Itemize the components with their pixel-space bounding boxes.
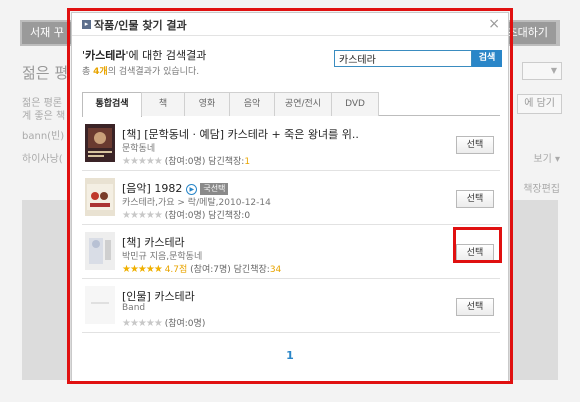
item-meta: ★★★★★ (참여:0명) 담긴책장:0 (122, 208, 250, 221)
background-text-4: 하이사낭( (22, 154, 63, 165)
select-button[interactable]: 선택 (456, 244, 494, 262)
person-photo-placeholder[interactable] (85, 286, 115, 324)
album-cover-thumbnail[interactable] (85, 178, 115, 216)
dialog-title-icon: ▸ (82, 20, 91, 29)
result-count-suffix: 의 검색결과가 있습니다. (107, 67, 200, 77)
dialog-header: ▸ 작품/인물 찾기 결과 × (72, 13, 508, 36)
select-button[interactable]: 선택 (456, 190, 494, 208)
item-artist-genre: 카스테라,가요 > 락/메탈,2010-12-14 (122, 198, 271, 208)
item-author: 박민규 지음,문학동네 (122, 252, 203, 262)
close-button[interactable]: × (488, 16, 500, 32)
book-cover-thumbnail[interactable] (85, 124, 115, 162)
background-select: ▼ (522, 62, 562, 80)
item-type: Band (122, 303, 146, 313)
list-item: [책] 카스테라 박민규 지음,문학동네 ★★★★★ 4.7점 (참여:7명) … (82, 225, 500, 279)
item-meta: ★★★★★ (참여:0명) 담긴책장:1 (122, 154, 250, 167)
tab-performance[interactable]: 공연/전시 (274, 92, 332, 116)
item-meta: ★★★★★ (참여:0명) (122, 316, 205, 329)
item-participation: (참여:0명) (164, 319, 206, 329)
background-shelf-button: 서재 꾸 (22, 22, 72, 44)
item-participation: (참여:0명) 담긴책장:0 (164, 211, 251, 221)
result-count-number: 4개 (93, 67, 108, 77)
background-view-link: 보기 ▾ (533, 154, 560, 165)
result-query: 카스테라 (85, 49, 126, 62)
select-button[interactable]: 선택 (456, 136, 494, 154)
item-participation: (참여:0명) 담긴책장: (164, 157, 245, 167)
tab-movies[interactable]: 영화 (184, 92, 230, 116)
list-item: [음악] 1982 ▶ 국선택 카스테라,가요 > 락/메탈,2010-12-14 … (82, 171, 500, 225)
result-list: [책] [문학동네 · 예담] 카스테라 + 죽은 왕녀를 위.. 문학동네 ★… (82, 117, 500, 333)
result-count: 총 4개의 검색결과가 있습니다. (82, 64, 199, 77)
book-cover-thumbnail[interactable] (85, 232, 115, 270)
tab-music[interactable]: 음악 (229, 92, 275, 116)
play-icon[interactable]: ▶ (186, 183, 198, 195)
category-tabs: 통합검색 책 영화 음악 공연/전시 DVD (82, 92, 500, 117)
background-text-2: 계 좋은 책 (22, 111, 66, 122)
rating-stars: ★★★★★ (122, 210, 163, 221)
item-title[interactable]: [음악] 1982 ▶ 국선택 (122, 180, 229, 196)
background-text-3: bann(빈) (22, 131, 65, 142)
background-wish-button: 에 담기 (517, 94, 562, 114)
result-heading-suffix: 에 대한 검색결과 (128, 49, 207, 62)
chart-badge: 국선택 (200, 183, 229, 195)
background-title: 젊은 평 (22, 64, 69, 82)
select-button[interactable]: 선택 (456, 298, 494, 316)
search-input[interactable] (334, 50, 472, 67)
item-title[interactable]: [책] 카스테라 (122, 234, 185, 250)
tab-all[interactable]: 통합검색 (82, 92, 142, 117)
item-title-text: [음악] 1982 (122, 182, 183, 195)
tab-books[interactable]: 책 (141, 92, 185, 116)
item-participation: (참여:7명) 담긴책장: (190, 265, 270, 275)
list-item: [책] [문학동네 · 예담] 카스테라 + 죽은 왕녀를 위.. 문학동네 ★… (82, 117, 500, 171)
item-title[interactable]: [책] [문학동네 · 예담] 카스테라 + 죽은 왕녀를 위.. (122, 126, 359, 142)
item-title[interactable]: [인물] 카스테라 (122, 288, 195, 304)
item-shelf-count: 34 (269, 265, 282, 275)
background-edit-link: 책장편집 (523, 184, 560, 195)
item-score: 4.7점 (164, 265, 188, 275)
rating-stars: ★★★★★ (122, 156, 163, 167)
list-item: [인물] 카스테라 Band ★★★★★ (참여:0명) 선택 (82, 279, 500, 333)
item-meta: ★★★★★ 4.7점 (참여:7명) 담긴책장:34 (122, 262, 281, 275)
item-publisher: 문학동네 (122, 144, 156, 154)
search-result-dialog: ▸ 작품/인물 찾기 결과 × '카스테라'에 대한 검색결과 총 4개의 검색… (71, 12, 509, 382)
result-count-prefix: 총 (82, 67, 94, 77)
item-shelf-count: 1 (244, 157, 251, 167)
pagination: 1 (72, 349, 508, 362)
search-button[interactable]: 검색 (472, 50, 502, 67)
rating-stars: ★★★★★ (122, 318, 163, 329)
rating-stars: ★★★★★ (122, 264, 163, 275)
tab-dvd[interactable]: DVD (331, 92, 379, 116)
dialog-title: 작품/인물 찾기 결과 (94, 19, 187, 32)
page-link-1[interactable]: 1 (286, 349, 294, 362)
result-heading: '카스테라'에 대한 검색결과 (82, 49, 207, 62)
